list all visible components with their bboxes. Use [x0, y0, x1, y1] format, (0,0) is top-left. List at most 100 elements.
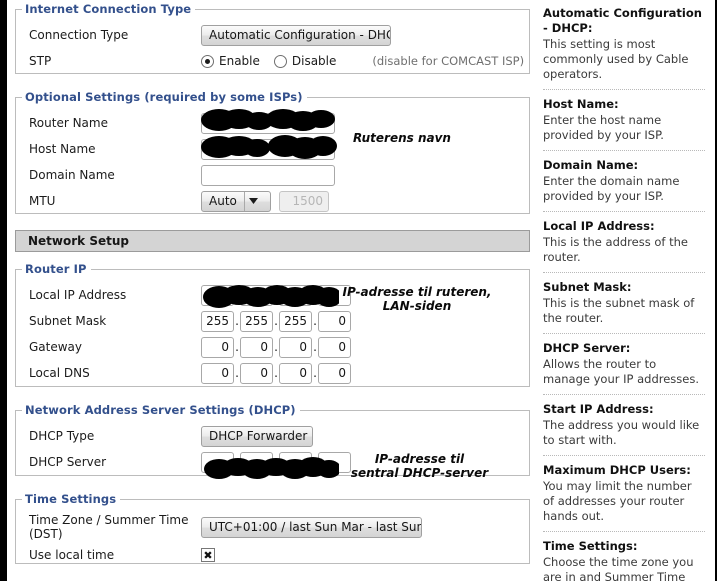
local-dns-octet-4[interactable]: 0	[318, 362, 351, 384]
gateway-octet-2[interactable]: 0	[240, 336, 273, 358]
label-use-local-time: Use local time	[29, 548, 115, 562]
fieldset-router-ip: Router IP Local IP Address . . . Subnet …	[15, 262, 530, 387]
mtu-size-input-value: 1500	[292, 194, 323, 208]
help-item: Local IP Address: This is the address of…	[543, 219, 705, 265]
annotation-local-ip: IP-adresse til ruteren, LAN-siden	[342, 285, 492, 313]
help-item-title: DHCP Server:	[543, 341, 631, 355]
legend-dhcp-settings: Network Address Server Settings (DHCP)	[25, 403, 296, 417]
label-mtu: MTU	[29, 194, 56, 208]
label-router-name: Router Name	[29, 116, 108, 130]
domain-name-input[interactable]	[201, 164, 335, 186]
router-name-input[interactable]: wlan	[201, 112, 335, 134]
label-dhcp-server: DHCP Server	[29, 455, 107, 469]
row-gateway: Gateway 0. 0. 0. 0	[16, 334, 529, 360]
radio-unselected-icon	[273, 54, 287, 68]
dhcp-server-octet-3[interactable]	[279, 451, 312, 473]
help-item-body: Enter the host name provided by your ISP…	[543, 113, 664, 142]
help-item: Automatic Configuration - DHCP: This set…	[543, 6, 705, 82]
help-separator	[543, 455, 705, 456]
row-connection-type: Connection Type Automatic Configuration …	[16, 22, 529, 48]
host-name-input-value: wlan-	[207, 142, 240, 156]
mtu-mode-select-value: Auto	[209, 194, 237, 208]
local-ip-octet-3[interactable]	[279, 284, 312, 306]
subnet-mask-octet-2[interactable]: 255	[240, 310, 273, 332]
subnet-mask-octet-4[interactable]: 0	[318, 310, 351, 332]
annotation-router-name: Ruterens navn	[353, 131, 451, 145]
stp-note: (disable for COMCAST ISP)	[372, 54, 525, 68]
help-item-title: Maximum DHCP Users:	[543, 463, 691, 477]
stp-disable-label: Disable	[291, 54, 337, 68]
connection-type-select[interactable]: Automatic Configuration - DHCP	[201, 24, 391, 46]
row-local-dns: Local DNS 0. 0. 0. 0	[16, 360, 529, 386]
gateway-octet-1[interactable]: 0	[201, 336, 234, 358]
router-name-input-value: wlan	[207, 116, 236, 130]
subnet-mask-octet-3[interactable]: 255	[279, 310, 312, 332]
label-domain-name: Domain Name	[29, 168, 115, 182]
fieldset-internet-connection-type: Internet Connection Type Connection Type…	[15, 2, 530, 74]
annotation-dhcp-server: IP-adresse til sentral DHCP-server	[350, 452, 489, 480]
help-separator	[543, 272, 705, 273]
radio-selected-icon	[201, 54, 214, 68]
row-mtu: MTU Auto 1500	[16, 188, 529, 214]
mtu-size-input: 1500	[279, 190, 329, 212]
fieldset-time-settings: Time Settings Time Zone / Summer Time (D…	[15, 492, 530, 564]
label-local-dns: Local DNS	[29, 366, 90, 380]
checkmark-icon: ✖	[203, 548, 213, 562]
stp-enable-label: Enable	[219, 54, 260, 68]
help-separator	[543, 531, 705, 532]
help-item-title: Automatic Configuration - DHCP:	[543, 6, 702, 35]
local-dns-octets[interactable]: 0. 0. 0. 0	[201, 362, 351, 384]
fieldset-optional-settings: Optional Settings (required by some ISPs…	[15, 90, 530, 214]
host-name-input[interactable]: wlan-	[201, 138, 335, 160]
subnet-mask-octet-1[interactable]: 255	[201, 310, 234, 332]
settings-form-column: Internet Connection Type Connection Type…	[7, 0, 538, 581]
time-zone-select[interactable]: UTC+01:00 / last Sun Mar - last Sun Oct	[201, 516, 422, 538]
gateway-octet-4[interactable]: 0	[318, 336, 351, 358]
help-panel: Automatic Configuration - DHCP: This set…	[543, 0, 715, 581]
label-dhcp-type: DHCP Type	[29, 429, 95, 443]
row-stp: STP Enable Disable (disable for COMCAST …	[16, 48, 529, 74]
help-separator	[543, 89, 705, 90]
subnet-mask-octets[interactable]: 255. 255. 255. 0	[201, 310, 351, 332]
help-item: Time Settings: Choose the time zone you …	[543, 539, 705, 581]
local-ip-octet-1[interactable]	[201, 284, 234, 306]
help-item-body: This is the subnet mask of the router.	[543, 296, 695, 325]
stp-enable-radio[interactable]: Enable	[201, 54, 260, 68]
section-bar-network-setup-title: Network Setup	[28, 234, 129, 248]
mtu-mode-select[interactable]: Auto	[201, 190, 271, 212]
row-dhcp-type: DHCP Type DHCP Forwarder	[16, 423, 529, 449]
dhcp-server-octet-2[interactable]	[240, 451, 273, 473]
label-subnet-mask: Subnet Mask	[29, 314, 107, 328]
dhcp-type-select[interactable]: DHCP Forwarder	[201, 425, 313, 447]
gateway-octets[interactable]: 0. 0. 0. 0	[201, 336, 351, 358]
dhcp-server-octets[interactable]: . . .	[201, 451, 351, 473]
gateway-octet-3[interactable]: 0	[279, 336, 312, 358]
help-item-title: Start IP Address:	[543, 402, 654, 416]
legend-time-settings: Time Settings	[25, 492, 117, 506]
help-item-body: This setting is most commonly used by Ca…	[543, 37, 689, 81]
label-connection-type: Connection Type	[29, 28, 129, 42]
local-ip-octet-2[interactable]	[240, 284, 273, 306]
help-item-body: Enter the domain name provided by your I…	[543, 174, 680, 203]
label-gateway: Gateway	[29, 340, 83, 354]
row-domain-name: Domain Name	[16, 162, 529, 188]
help-item: Domain Name: Enter the domain name provi…	[543, 158, 705, 204]
connection-type-select-value: Automatic Configuration - DHCP	[209, 28, 391, 42]
help-item-body: Choose the time zone you are in and Summ…	[543, 555, 694, 581]
stp-disable-radio[interactable]: Disable	[273, 54, 337, 68]
dhcp-server-octet-1[interactable]	[201, 451, 234, 473]
help-separator	[543, 150, 705, 151]
local-ip-address-octets[interactable]: . . .	[201, 284, 351, 306]
local-dns-octet-3[interactable]: 0	[279, 362, 312, 384]
section-bar-network-setup: Network Setup	[15, 230, 530, 252]
legend-router-ip: Router IP	[25, 262, 87, 276]
local-dns-octet-1[interactable]: 0	[201, 362, 234, 384]
use-local-time-checkbox[interactable]: ✖	[201, 548, 215, 562]
router-setup-page: Internet Connection Type Connection Type…	[0, 0, 727, 581]
local-dns-octet-2[interactable]: 0	[240, 362, 273, 384]
window-left-edge	[0, 0, 7, 581]
row-time-zone: Time Zone / Summer Time (DST) UTC+01:00 …	[16, 512, 529, 542]
help-item: Host Name: Enter the host name provided …	[543, 97, 705, 143]
help-item-body: You may limit the number of addresses yo…	[543, 479, 692, 523]
label-local-ip-address: Local IP Address	[29, 288, 127, 302]
